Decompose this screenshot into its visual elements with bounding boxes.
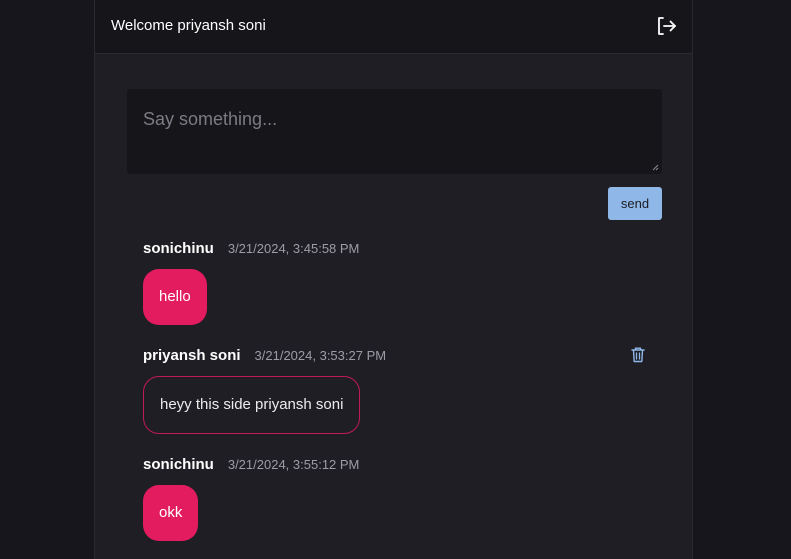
- delete-message-button[interactable]: [629, 345, 647, 365]
- message-bubble: okk: [143, 485, 199, 541]
- trash-icon: [631, 347, 645, 363]
- chat-header: Welcome priyansh soni: [95, 0, 692, 54]
- message-bubble: hello: [143, 269, 207, 325]
- message-timestamp: 3/21/2024, 3:45:58 PM: [227, 241, 360, 256]
- message-input[interactable]: [127, 89, 662, 174]
- message-meta: priyansh soni 3/21/2024, 3:53:27 PM: [143, 346, 386, 366]
- logout-button[interactable]: [653, 13, 679, 39]
- message-meta: sonichinu 3/21/2024, 3:45:58 PM: [143, 239, 359, 259]
- message-bubble: heyy this side priyansh soni: [143, 376, 361, 434]
- message-timestamp: 3/21/2024, 3:53:27 PM: [254, 348, 387, 363]
- page-title: Welcome priyansh soni: [111, 17, 266, 34]
- message-item: sonichinu 3/21/2024, 3:45:58 PM hello: [143, 239, 359, 325]
- message-item: priyansh soni 3/21/2024, 3:53:27 PM heyy …: [143, 346, 386, 434]
- message-username: sonichinu: [143, 240, 214, 257]
- message-item: sonichinu 3/21/2024, 3:55:12 PM okk: [143, 455, 359, 541]
- message-meta: sonichinu 3/21/2024, 3:55:12 PM: [143, 455, 359, 475]
- chat-panel: Welcome priyansh soni send sonichinu 3/21…: [94, 0, 693, 559]
- message-composer: [127, 89, 662, 174]
- send-button[interactable]: send: [608, 187, 662, 220]
- resize-grip-icon[interactable]: [651, 163, 659, 171]
- message-timestamp: 3/21/2024, 3:55:12 PM: [227, 457, 360, 472]
- message-username: sonichinu: [143, 456, 214, 473]
- message-username: priyansh soni: [143, 347, 241, 364]
- logout-icon: [658, 17, 676, 35]
